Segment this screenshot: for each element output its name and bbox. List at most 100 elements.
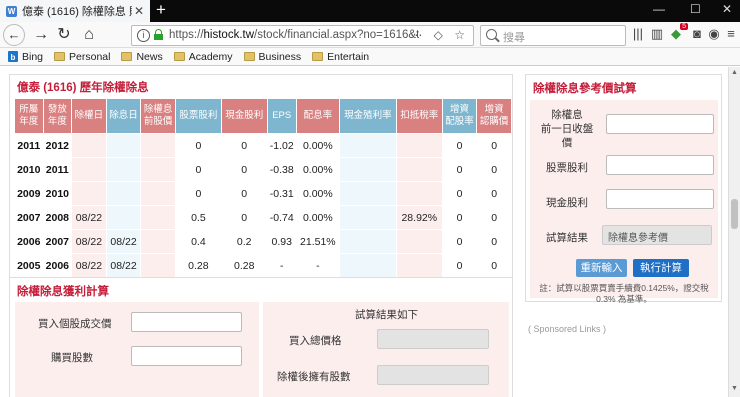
- url-actions: ⋯ ◇ ☆: [410, 28, 469, 42]
- scroll-down-icon[interactable]: ▼: [731, 385, 738, 392]
- table-cell: 0: [175, 158, 221, 181]
- table-cell: [141, 206, 175, 229]
- folder-icon: [243, 52, 255, 61]
- sidebar-icon[interactable]: ▥: [650, 26, 664, 44]
- after-shares-result: [377, 365, 489, 385]
- table-cell: 08/22: [72, 230, 106, 253]
- table-body: 2011 2012 0 0 -1.02 0.00% 0 0 2010 2011 0 0 -0.38 0.0…: [15, 134, 511, 277]
- bing-icon: b: [8, 51, 18, 62]
- new-tab-button[interactable]: +: [156, 1, 166, 19]
- stock-dividend-label: 股票股利: [546, 162, 588, 174]
- notification-badge: 5: [680, 23, 688, 30]
- extension-icon[interactable]: ◆ 5: [669, 23, 688, 44]
- table-cell: 0: [477, 158, 511, 181]
- table-cell: [72, 158, 106, 181]
- bookmark-entertain[interactable]: Entertain: [312, 51, 369, 63]
- table-cell: 0.00%: [296, 182, 339, 205]
- prev-close-input[interactable]: [606, 114, 714, 134]
- home-button[interactable]: ⌂: [78, 24, 100, 46]
- table-cell: [339, 134, 396, 157]
- gain-calc-results: 試算結果如下 買入總價格 除權後擁有股數: [263, 302, 509, 397]
- browser-tab[interactable]: W 億泰 (1616) 除權除息 財報分析 ✕: [0, 0, 150, 22]
- table-cell: [396, 182, 442, 205]
- gain-calc-panel: 除權除息獲利計算 買入個股成交價 購買股數 試算結果如下 買入總價格 除權後擁有…: [9, 277, 513, 397]
- stock-dividend-input[interactable]: [606, 155, 714, 175]
- table-cell: 0: [175, 134, 221, 157]
- url-text[interactable]: https://histock.tw/stock/financial.aspx?…: [169, 29, 419, 41]
- table-cell: 0: [221, 134, 267, 157]
- table-cell: [339, 182, 396, 205]
- bookmark-business[interactable]: Business: [243, 51, 301, 63]
- bookmark-news[interactable]: News: [121, 51, 163, 63]
- table-cell: 2007: [15, 206, 43, 229]
- page-actions-icon[interactable]: ⋯: [410, 28, 426, 42]
- calculate-button[interactable]: 執行計算: [633, 259, 689, 277]
- menu-icon[interactable]: ≡: [724, 26, 738, 44]
- table-cell: 0: [442, 206, 477, 229]
- result-label: 試算結果: [546, 232, 588, 244]
- table-cell: 0: [442, 230, 477, 253]
- navigation-bar: ← → ↻ ⌂ i https://histock.tw/stock/finan…: [0, 22, 740, 48]
- column-header: 現金殖利率: [339, 99, 396, 133]
- table-cell: 0: [477, 182, 511, 205]
- column-header: EPS: [267, 99, 296, 133]
- buy-price-input[interactable]: [131, 312, 242, 332]
- table-cell: 0: [477, 230, 511, 253]
- buy-qty-input[interactable]: [131, 346, 242, 366]
- back-button[interactable]: ←: [3, 24, 25, 46]
- table-row: 2006 2007 08/22 08/22 0.4 0.2 0.93 21.51% 0 0: [15, 230, 511, 253]
- url-bar[interactable]: i https://histock.tw/stock/financial.asp…: [131, 25, 474, 46]
- forward-button[interactable]: →: [30, 24, 52, 46]
- screenshot-icon[interactable]: ◙: [690, 26, 704, 44]
- table-cell: 0.93: [267, 230, 296, 253]
- table-row: 2005 2006 08/22 08/22 0.28 0.28- -0 0: [15, 254, 511, 277]
- buy-total-result: [377, 329, 489, 349]
- close-tab-icon[interactable]: ✕: [134, 4, 144, 18]
- bookmark-personal[interactable]: Personal: [54, 51, 110, 63]
- table-row: 2007 2008 08/22 0.5 0 -0.74 0.00% 28.92% 0 0: [15, 206, 511, 229]
- pocket-icon[interactable]: ◇: [434, 28, 447, 42]
- table-cell: 2006: [15, 230, 43, 253]
- search-input[interactable]: 搜尋: [503, 29, 525, 45]
- scrollbar-thumb[interactable]: [731, 199, 738, 229]
- table-cell: 2009: [15, 182, 43, 205]
- library-icon[interactable]: |||: [631, 26, 645, 44]
- profile-icon[interactable]: ◉: [707, 26, 721, 44]
- reset-button[interactable]: 重新輸入: [576, 259, 627, 277]
- bookmark-star-icon[interactable]: ☆: [454, 28, 469, 42]
- cash-dividend-input[interactable]: [606, 189, 714, 209]
- info-icon[interactable]: i: [137, 29, 150, 42]
- column-header: 除權日: [72, 99, 106, 133]
- close-window-button[interactable]: ✕: [722, 2, 732, 16]
- page-scrollbar[interactable]: ▲ ▼: [728, 67, 740, 397]
- page-content: 億泰 (1616) 歷年除權除息 所屬 年度 發放 年度 除權日 除息日 除權息 前股價…: [0, 67, 728, 397]
- minimize-button[interactable]: —: [653, 2, 665, 16]
- scroll-up-icon[interactable]: ▲: [731, 69, 738, 76]
- table-cell: -0.74: [267, 206, 296, 229]
- search-bar[interactable]: 搜尋: [480, 25, 626, 46]
- table-cell: 0.4: [175, 230, 221, 253]
- gain-calc-title: 除權除息獲利計算: [17, 286, 109, 298]
- table-cell: [141, 254, 175, 277]
- maximize-button[interactable]: ☐: [690, 2, 701, 16]
- table-cell: 2010: [43, 182, 72, 205]
- table-cell: 0: [175, 182, 221, 205]
- reference-price-result: 除權息參考價: [602, 225, 712, 245]
- table-cell: -0.38: [267, 158, 296, 181]
- table-cell: 2007: [43, 230, 72, 253]
- table-cell: 08/22: [106, 230, 141, 253]
- table-cell: -1.02: [267, 134, 296, 157]
- table-cell: 2012: [43, 134, 72, 157]
- table-header-row: 所屬 年度 發放 年度 除權日 除息日 除權息 前股價 股票股利 現金股利 EPS 配息率 現金殖…: [15, 99, 511, 133]
- table-cell: [141, 158, 175, 181]
- table-cell: [106, 182, 141, 205]
- table-cell: [339, 230, 396, 253]
- bookmarks-bar: b Bing Personal News Academy Business Ent…: [0, 48, 740, 66]
- table-cell: 08/22: [72, 254, 106, 277]
- table-cell: [106, 206, 141, 229]
- reference-price-panel: 除權除息參考價試算 除權息 前一日收盤 價 股票股利 現金股利 試算結果 除權息…: [525, 74, 722, 304]
- bookmark-academy[interactable]: Academy: [173, 51, 233, 63]
- gain-calc-form: 買入個股成交價 購買股數: [15, 302, 259, 397]
- reload-button[interactable]: ↻: [53, 24, 75, 46]
- bookmark-bing[interactable]: b Bing: [8, 51, 43, 63]
